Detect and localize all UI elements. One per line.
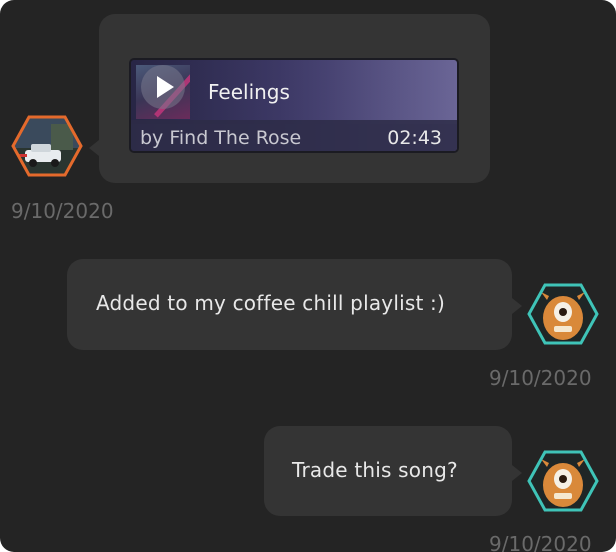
bubble-tail xyxy=(89,140,99,156)
monster-avatar-icon[interactable] xyxy=(527,282,599,346)
play-button[interactable] xyxy=(141,65,185,109)
monster-avatar-icon[interactable] xyxy=(527,449,599,513)
message-timestamp: 9/10/2020 xyxy=(11,199,114,223)
chat-panel: Feelings by Find The Rose 02:43 9/10/202… xyxy=(0,0,616,552)
message-timestamp: 9/10/2020 xyxy=(489,532,592,552)
play-icon xyxy=(157,76,174,98)
message-text: Trade this song? xyxy=(292,458,458,482)
song-duration: 02:43 xyxy=(387,127,442,149)
bubble-tail xyxy=(512,465,522,481)
song-title: Feelings xyxy=(208,80,290,104)
message-text: Added to my coffee chill playlist :) xyxy=(96,291,445,315)
car-avatar-icon[interactable] xyxy=(11,114,83,178)
message-timestamp: 9/10/2020 xyxy=(489,366,592,390)
music-card[interactable]: Feelings by Find The Rose 02:43 xyxy=(129,58,459,153)
song-artist: by Find The Rose xyxy=(140,127,302,149)
bubble-tail xyxy=(512,298,522,314)
